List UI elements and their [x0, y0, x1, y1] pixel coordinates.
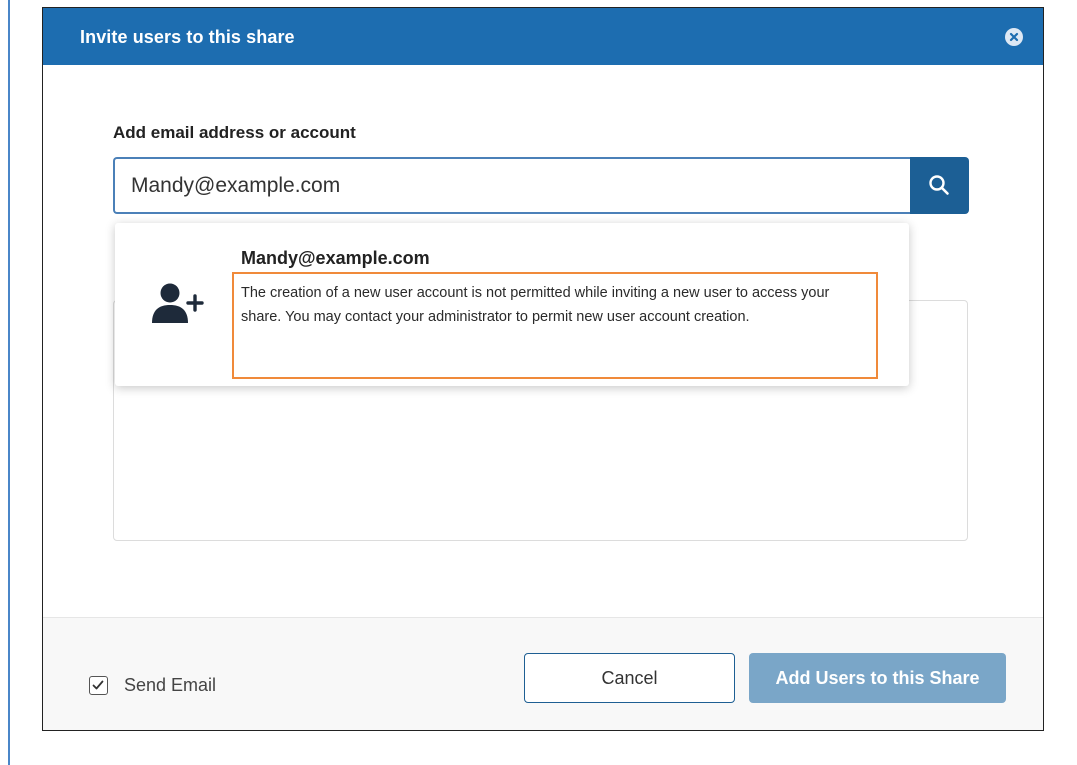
dialog-header: Invite users to this share: [43, 8, 1043, 65]
suggestion-email: Mandy@example.com: [241, 248, 430, 268]
add-users-button[interactable]: Add Users to this Share: [749, 653, 1006, 703]
send-email-label[interactable]: Send Email: [124, 675, 216, 696]
checkmark-icon: [92, 680, 104, 690]
email-input[interactable]: [113, 157, 910, 214]
warning-message: The creation of a new user account is no…: [232, 272, 878, 379]
search-icon: [929, 175, 949, 195]
page-left-border: [8, 0, 10, 765]
dialog-footer: Send Email Cancel Add Users to this Shar…: [43, 617, 1043, 730]
dialog-title: Invite users to this share: [80, 27, 295, 47]
search-button[interactable]: [910, 157, 969, 214]
suggestion-item[interactable]: Mandy@example.com The creation of a new …: [115, 223, 909, 386]
send-email-checkbox[interactable]: [89, 676, 108, 695]
add-user-icon: [149, 281, 207, 334]
close-icon[interactable]: [1005, 28, 1023, 46]
invite-users-dialog: Invite users to this share Add email add…: [42, 7, 1044, 731]
email-field-label: Add email address or account: [113, 123, 356, 142]
cancel-button[interactable]: Cancel: [524, 653, 735, 703]
